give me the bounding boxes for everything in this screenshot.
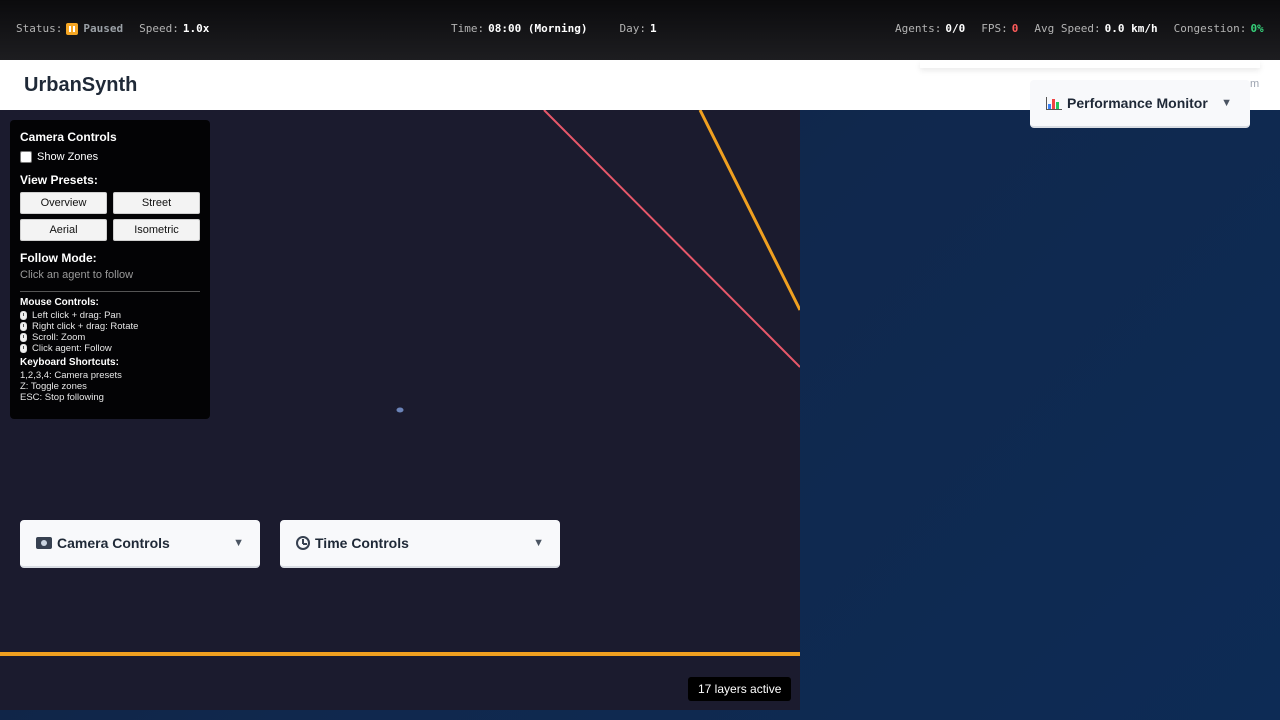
chevron-down-icon[interactable]: ▼ bbox=[233, 537, 244, 549]
mouse-icon bbox=[20, 322, 27, 331]
status-label: Status: bbox=[16, 22, 63, 35]
status-item: Status: Paused bbox=[16, 22, 123, 35]
chevron-down-icon[interactable]: ▼ bbox=[533, 537, 544, 549]
day-value: 1 bbox=[649, 22, 657, 35]
performance-monitor-card[interactable]: Performance Monitor ▼ bbox=[1030, 80, 1250, 128]
mouse-controls-title: Mouse Controls: bbox=[20, 297, 99, 308]
avg-speed-value: 0.0 km/h bbox=[1104, 22, 1158, 35]
mouse-control-text: Right click + drag: Rotate bbox=[32, 321, 139, 332]
time-value: 08:00 (Morning) bbox=[488, 22, 588, 35]
mouse-control-line: Scroll: Zoom bbox=[20, 332, 200, 343]
camera-controls-label: Camera Controls bbox=[57, 535, 170, 551]
fps-item: FPS: 0 bbox=[981, 22, 1018, 35]
mouse-control-line: Right click + drag: Rotate bbox=[20, 321, 200, 332]
preset-overview-button[interactable]: Overview bbox=[20, 192, 107, 214]
camera-controls-panel: Camera Controls Show Zones View Presets:… bbox=[10, 120, 210, 419]
congestion-item: Congestion: 0% bbox=[1174, 22, 1264, 35]
status-bar: Status: Paused Speed: 1.0x Time: 08:00 (… bbox=[0, 0, 1280, 60]
camera-icon bbox=[36, 537, 52, 549]
status-right-group: Agents: 0/0 FPS: 0 Avg Speed: 0.0 km/h C… bbox=[895, 22, 1264, 35]
congestion-value: 0% bbox=[1250, 22, 1264, 35]
keyboard-shortcuts-title: Keyboard Shortcuts: bbox=[20, 357, 119, 368]
camera-panel-title: Camera Controls bbox=[20, 130, 117, 144]
follow-mode-title: Follow Mode: bbox=[20, 251, 97, 265]
status-center-group: Time: 08:00 (Morning) Day: 1 bbox=[451, 22, 673, 35]
fps-label: FPS: bbox=[981, 22, 1008, 35]
time-item: Time: 08:00 (Morning) bbox=[451, 22, 587, 35]
show-zones-toggle[interactable]: Show Zones bbox=[20, 151, 200, 163]
mouse-icon bbox=[20, 311, 27, 320]
avg-speed-item: Avg Speed: 0.0 km/h bbox=[1034, 22, 1157, 35]
time-label: Time: bbox=[451, 22, 485, 35]
agent-marker[interactable] bbox=[396, 407, 404, 413]
show-zones-checkbox[interactable] bbox=[20, 151, 32, 163]
stopwatch-icon bbox=[296, 536, 310, 550]
speed-label: Speed: bbox=[139, 22, 179, 35]
keyboard-shortcut-line: 1,2,3,4: Camera presets bbox=[20, 370, 122, 381]
mouse-control-text: Click agent: Follow bbox=[32, 343, 112, 354]
view-presets-title: View Presets: bbox=[20, 173, 98, 187]
congestion-label: Congestion: bbox=[1173, 22, 1247, 35]
mouse-icon bbox=[20, 344, 27, 353]
day-item: Day: 1 bbox=[619, 22, 656, 35]
speed-item: Speed: 1.0x bbox=[139, 22, 209, 35]
agents-item: Agents: 0/0 bbox=[895, 22, 965, 35]
road-red bbox=[543, 110, 800, 368]
mouse-control-line: Left click + drag: Pan bbox=[20, 310, 200, 321]
chevron-down-icon[interactable]: ▼ bbox=[1221, 97, 1232, 109]
panel-divider bbox=[20, 291, 200, 292]
performance-monitor-label: Performance Monitor bbox=[1067, 95, 1208, 111]
camera-controls-card[interactable]: Camera Controls ▼ bbox=[20, 520, 260, 568]
time-controls-card[interactable]: Time Controls ▼ bbox=[280, 520, 560, 568]
mouse-control-text: Left click + drag: Pan bbox=[32, 310, 121, 321]
mouse-control-line: Click agent: Follow bbox=[20, 343, 200, 354]
time-controls-label: Time Controls bbox=[315, 535, 409, 551]
show-zones-label: Show Zones bbox=[37, 151, 99, 163]
speed-value: 1.0x bbox=[182, 22, 210, 35]
preset-street-button[interactable]: Street bbox=[113, 192, 200, 214]
pause-icon bbox=[66, 22, 79, 35]
status-left-group: Status: Paused Speed: 1.0x bbox=[16, 22, 225, 35]
agents-value: 0/0 bbox=[945, 22, 966, 35]
agents-label: Agents: bbox=[895, 22, 942, 35]
keyboard-shortcut-line: Z: Toggle zones bbox=[20, 381, 87, 392]
app-title: UrbanSynth bbox=[24, 74, 138, 96]
keyboard-shortcut-line: ESC: Stop following bbox=[20, 392, 104, 403]
header-dropdown-edge bbox=[920, 60, 1260, 68]
fps-value: 0 bbox=[1011, 22, 1019, 35]
mouse-icon bbox=[20, 333, 27, 342]
follow-mode-hint: Click an agent to follow bbox=[20, 269, 134, 281]
day-label: Day: bbox=[619, 22, 646, 35]
road-orange-diagonal bbox=[698, 110, 800, 311]
view-presets-grid: Overview Street Aerial Isometric bbox=[20, 192, 200, 241]
avg-speed-label: Avg Speed: bbox=[1034, 22, 1101, 35]
status-value: Paused bbox=[83, 22, 124, 35]
preset-isometric-button[interactable]: Isometric bbox=[113, 219, 200, 241]
layers-badge: 17 layers active bbox=[688, 677, 792, 701]
preset-aerial-button[interactable]: Aerial bbox=[20, 219, 107, 241]
mouse-control-text: Scroll: Zoom bbox=[32, 332, 86, 343]
bar-chart-icon bbox=[1046, 96, 1062, 110]
header-clipped-text: m bbox=[1250, 78, 1260, 90]
